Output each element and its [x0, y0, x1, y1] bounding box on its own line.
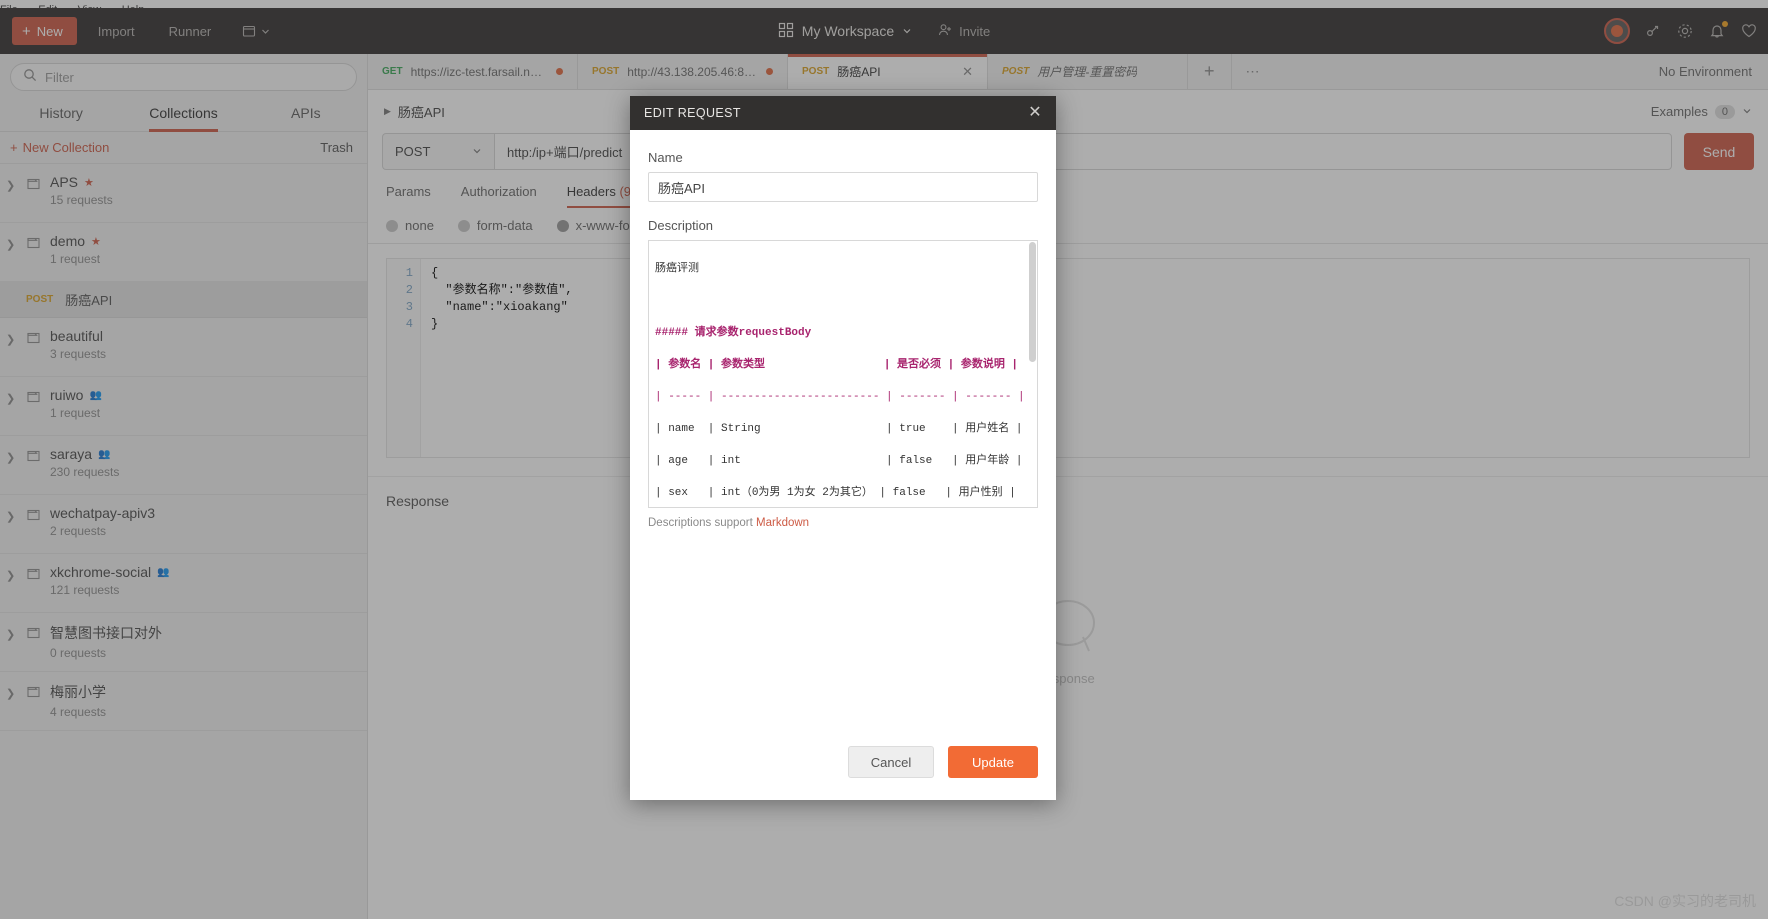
- modal-header: EDIT REQUEST ✕: [630, 96, 1056, 130]
- modal-title: EDIT REQUEST: [644, 106, 741, 120]
- postman-app-window: File Edit View Help + New Import Runner: [0, 0, 1768, 919]
- name-field-label: Name: [648, 150, 683, 165]
- description-textarea[interactable]: 肠癌评测 ##### 请求参数requestBody | 参数名 | 参数类型 …: [648, 240, 1038, 508]
- markdown-link[interactable]: Markdown: [756, 517, 809, 529]
- close-icon[interactable]: ✕: [1028, 105, 1042, 121]
- description-field-label: Description: [648, 218, 714, 233]
- modal-body: Name Description 肠癌评测 ##### 请求参数requestB…: [630, 130, 1056, 746]
- watermark: CSDN @实习的老司机: [1614, 893, 1756, 909]
- markdown-note-prefix: Descriptions support: [648, 517, 757, 529]
- description-scrollbar[interactable]: [1029, 242, 1036, 362]
- modal-footer: Cancel Update: [630, 746, 1056, 800]
- edit-request-modal: EDIT REQUEST ✕ Name Description 肠癌评测 ###…: [630, 96, 1056, 800]
- desc-line-7: | sex | int（0为男 1为女 2为其它） | false | 用户性别…: [655, 487, 1016, 499]
- description-content: 肠癌评测 ##### 请求参数requestBody | 参数名 | 参数类型 …: [655, 245, 1031, 507]
- desc-line-3: | 参数名 | 参数类型 | 是否必须 | 参数说明 |: [655, 359, 1019, 371]
- desc-line-5: | name | String | true | 用户姓名 |: [655, 423, 1023, 435]
- desc-line-0: 肠癌评测: [655, 263, 699, 275]
- desc-line-2: ##### 请求参数requestBody: [655, 327, 812, 339]
- markdown-note: Descriptions support Markdown: [648, 517, 1038, 529]
- desc-line-6: | age | int | false | 用户年龄 |: [655, 455, 1023, 467]
- name-input[interactable]: [648, 172, 1038, 202]
- desc-line-4: | ----- | ------------------------ | ---…: [655, 391, 1025, 403]
- update-button[interactable]: Update: [948, 746, 1038, 778]
- cancel-button[interactable]: Cancel: [848, 746, 934, 778]
